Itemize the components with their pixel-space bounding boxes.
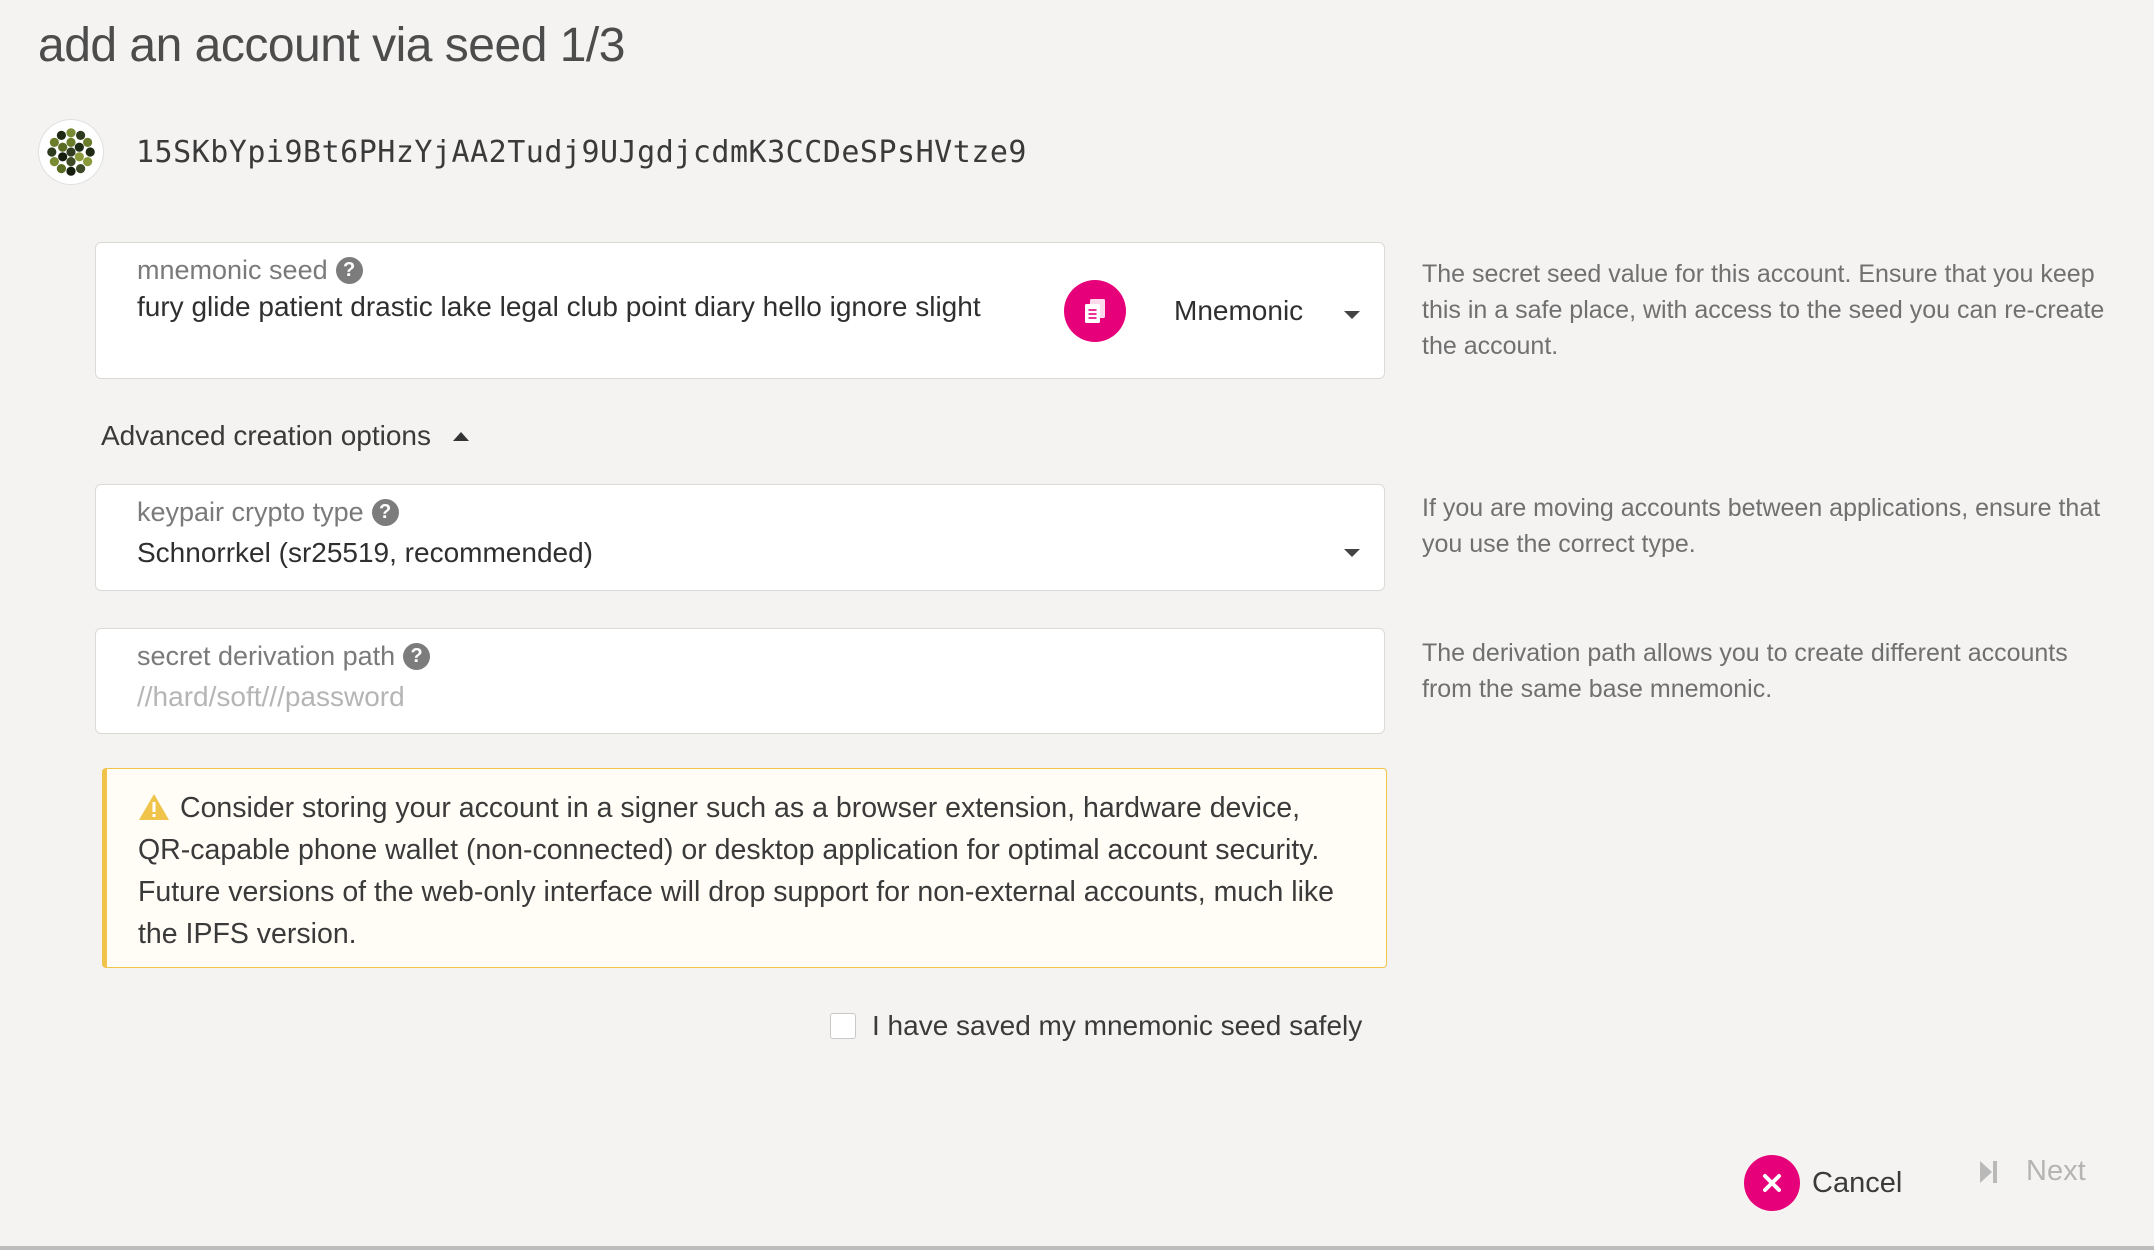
next-button[interactable]: Next <box>1978 1155 2086 1188</box>
advanced-options-toggle[interactable]: Advanced creation options <box>101 420 469 452</box>
keypair-crypto-type-help: If you are moving accounts between appli… <box>1422 494 2101 558</box>
copy-icon <box>1085 299 1105 323</box>
derivation-path-input[interactable]: //hard/soft///password <box>137 681 405 713</box>
question-circle-icon[interactable]: ? <box>371 499 399 526</box>
account-header: 15SKbYpi9Bt6PHzYjAA2Tudj9UJgdjcdmK3CCDeS… <box>38 118 1027 186</box>
bottom-divider <box>0 1246 2154 1250</box>
times-icon <box>1744 1155 1800 1211</box>
mnemonic-seed-label: mnemonic seed ? <box>137 255 363 286</box>
derivation-path-help: The derivation path allows you to create… <box>1422 639 2068 703</box>
keypair-crypto-type-field[interactable]: keypair crypto type ? Schnorrkel (sr2551… <box>95 484 1385 591</box>
derivation-path-label-text: secret derivation path <box>137 641 396 671</box>
confirm-saved-checkbox[interactable] <box>830 1013 856 1039</box>
next-label: Next <box>2026 1155 2086 1187</box>
warning-triangle-icon <box>139 794 169 820</box>
seed-type-dropdown[interactable]: Mnemonic <box>1174 295 1303 327</box>
chevron-down-icon[interactable] <box>1344 549 1360 557</box>
warning-text: Consider storing your account in a signe… <box>138 792 1334 950</box>
step-forward-icon <box>1980 1160 1997 1183</box>
page-title: add an account via seed 1/3 <box>38 19 625 72</box>
caret-up-icon <box>453 431 469 441</box>
mnemonic-seed-help: The secret seed value for this account. … <box>1422 260 2105 360</box>
chevron-down-icon[interactable] <box>1344 311 1360 319</box>
warning-message: Consider storing your account in a signe… <box>102 768 1387 968</box>
identicon-icon[interactable] <box>38 119 104 185</box>
account-address: 15SKbYpi9Bt6PHzYjAA2Tudj9UJgdjcdmK3CCDeS… <box>136 134 1027 170</box>
confirm-saved-label[interactable]: I have saved my mnemonic seed safely <box>872 1010 1362 1042</box>
question-circle-icon[interactable]: ? <box>403 643 431 670</box>
keypair-crypto-type-label-text: keypair crypto type <box>137 497 364 527</box>
copy-button[interactable] <box>1064 280 1126 342</box>
question-circle-icon[interactable]: ? <box>335 257 363 284</box>
cancel-label: Cancel <box>1812 1166 1903 1199</box>
mnemonic-seed-label-text: mnemonic seed <box>137 255 328 285</box>
advanced-options-label: Advanced creation options <box>101 420 431 451</box>
keypair-crypto-type-label: keypair crypto type ? <box>137 497 399 528</box>
keypair-crypto-type-select[interactable]: Schnorrkel (sr25519, recommended) <box>137 537 593 569</box>
cancel-button[interactable]: Cancel <box>1744 1155 1902 1211</box>
derivation-path-label: secret derivation path ? <box>137 641 431 672</box>
confirm-saved-row[interactable]: I have saved my mnemonic seed safely <box>830 1010 1362 1042</box>
mnemonic-seed-field: mnemonic seed ? fury glide patient drast… <box>95 242 1385 379</box>
mnemonic-seed-input[interactable]: fury glide patient drastic lake legal cl… <box>137 291 981 323</box>
derivation-path-field[interactable]: secret derivation path ? //hard/soft///p… <box>95 628 1385 734</box>
